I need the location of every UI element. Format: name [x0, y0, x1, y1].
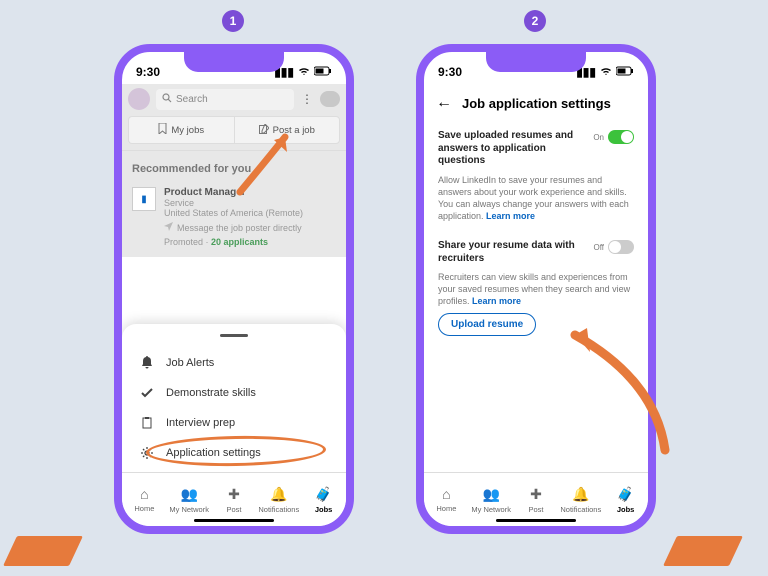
- sheet-interview-prep[interactable]: Interview prep: [122, 408, 346, 438]
- sheet-application-settings[interactable]: Application settings: [122, 438, 346, 468]
- nav-jobs[interactable]: 🧳Jobs: [301, 473, 346, 526]
- toggle-share-resume[interactable]: [608, 240, 634, 254]
- bottom-nav: ⌂Home 👥My Network ✚Post 🔔Notifications 🧳…: [122, 472, 346, 526]
- job-location: United States of America (Remote): [164, 208, 303, 218]
- status-time: 9:30: [438, 65, 462, 79]
- wifi-icon: [600, 65, 612, 79]
- my-jobs-tab[interactable]: My jobs: [128, 116, 234, 144]
- search-placeholder: Search: [176, 94, 208, 105]
- my-jobs-label: My jobs: [171, 125, 204, 136]
- network-icon: 👥: [180, 486, 197, 503]
- setting-desc: Recruiters can view skills and experienc…: [438, 272, 630, 306]
- home-indicator: [194, 519, 274, 522]
- home-icon: ⌂: [442, 486, 450, 502]
- check-icon: [140, 388, 154, 398]
- post-job-label: Post a job: [273, 125, 315, 136]
- plus-icon: ✚: [228, 486, 240, 503]
- decorative-streaks-right: [676, 536, 736, 566]
- search-icon: [162, 93, 172, 106]
- job-title: Product Manager: [164, 187, 303, 198]
- sheet-grabber[interactable]: [220, 334, 248, 337]
- sheet-label: Interview prep: [166, 417, 235, 429]
- post-job-tab[interactable]: Post a job: [234, 116, 341, 144]
- job-promoted: Promoted ·: [164, 237, 211, 247]
- sheet-label: Demonstrate skills: [166, 387, 256, 399]
- sheet-job-alerts[interactable]: Job Alerts: [122, 347, 346, 378]
- setting-share-resume: Share your resume data with recruiters O…: [424, 232, 648, 346]
- status-time: 9:30: [136, 65, 160, 79]
- phone-2: 9:30 ▮▮▮ ← Job application settings Save…: [416, 44, 656, 534]
- send-icon: [164, 222, 173, 233]
- recommended-heading: Recommended for you: [122, 151, 346, 181]
- toggle-state: Off: [593, 243, 604, 252]
- notch: [184, 50, 284, 72]
- status-icons: ▮▮▮: [274, 65, 332, 79]
- toggle-state: On: [593, 133, 604, 142]
- gear-icon: [140, 447, 154, 459]
- setting-title: Share your resume data with recruiters: [438, 240, 585, 265]
- wifi-icon: [298, 65, 310, 79]
- notch: [486, 50, 586, 72]
- learn-more-link[interactable]: Learn more: [472, 296, 521, 306]
- clipboard-icon: [140, 417, 154, 429]
- briefcase-icon: 🧳: [315, 486, 332, 503]
- back-icon[interactable]: ←: [436, 94, 452, 112]
- setting-title: Save uploaded resumes and answers to app…: [438, 130, 585, 168]
- page-title: Job application settings: [462, 96, 611, 111]
- job-message: Message the job poster directly: [177, 223, 302, 233]
- nav-jobs[interactable]: 🧳Jobs: [603, 473, 648, 526]
- messages-icon[interactable]: [320, 91, 340, 107]
- decorative-streaks-left: [16, 536, 76, 566]
- profile-avatar[interactable]: [128, 88, 150, 110]
- job-card[interactable]: ▮ Product Manager Service United States …: [122, 181, 346, 257]
- battery-icon: [616, 65, 634, 79]
- sheet-demonstrate-skills[interactable]: Demonstrate skills: [122, 378, 346, 408]
- kebab-menu-icon[interactable]: ⋮: [300, 96, 314, 102]
- search-input[interactable]: Search: [156, 89, 294, 110]
- setting-save-resumes: Save uploaded resumes and answers to app…: [424, 122, 648, 232]
- bottom-sheet: Job Alerts Demonstrate skills Interview …: [122, 324, 346, 472]
- step-badge-2: 2: [524, 10, 546, 32]
- bell-icon: [140, 356, 154, 369]
- plus-icon: ✚: [530, 486, 542, 503]
- job-applicants: 20 applicants: [211, 237, 268, 247]
- job-company: Service: [164, 198, 303, 208]
- battery-icon: [314, 65, 332, 79]
- phone-1: 9:30 ▮▮▮ Search ⋮: [114, 44, 354, 534]
- network-icon: 👥: [482, 486, 499, 503]
- status-icons: ▮▮▮: [576, 65, 634, 79]
- briefcase-icon: 🧳: [617, 486, 634, 503]
- sheet-label: Job Alerts: [166, 357, 214, 369]
- compose-icon: [259, 124, 269, 137]
- toggle-save-resumes[interactable]: [608, 130, 634, 144]
- nav-home[interactable]: ⌂Home: [122, 473, 167, 526]
- learn-more-link[interactable]: Learn more: [486, 211, 535, 221]
- home-indicator: [496, 519, 576, 522]
- bell-icon: 🔔: [270, 486, 287, 503]
- sheet-label: Application settings: [166, 447, 261, 459]
- upload-resume-button[interactable]: Upload resume: [438, 313, 536, 336]
- nav-home[interactable]: ⌂Home: [424, 473, 469, 526]
- step-badge-1: 1: [222, 10, 244, 32]
- job-logo: ▮: [132, 187, 156, 211]
- bottom-nav: ⌂Home 👥My Network ✚Post 🔔Notifications 🧳…: [424, 472, 648, 526]
- home-icon: ⌂: [140, 486, 148, 502]
- bell-icon: 🔔: [572, 486, 589, 503]
- bookmark-icon: [158, 123, 167, 137]
